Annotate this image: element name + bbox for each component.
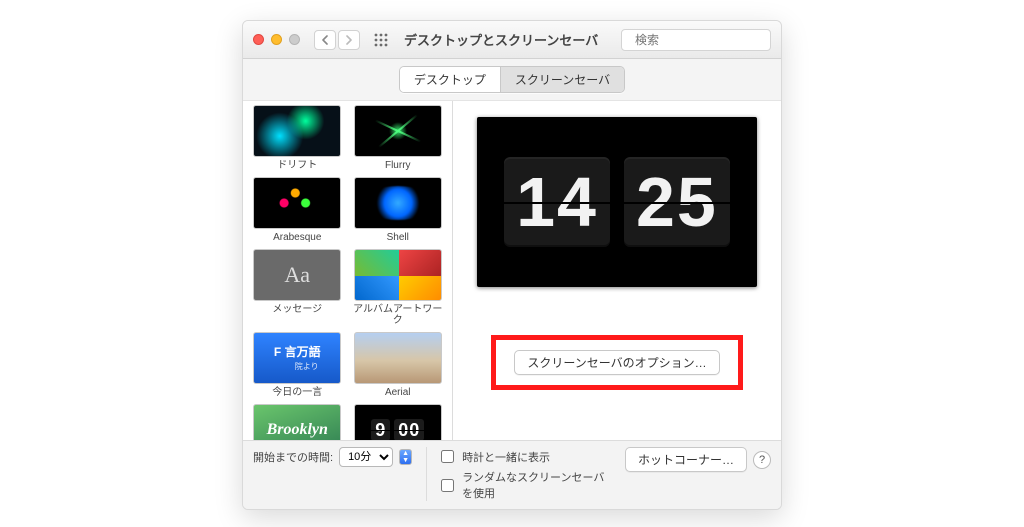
screensaver-item-aerial[interactable]: Aerial bbox=[352, 332, 445, 398]
back-button[interactable] bbox=[314, 30, 336, 50]
chevron-up-icon: ▲ bbox=[400, 450, 411, 457]
thumbnail-album bbox=[354, 249, 442, 301]
screensaver-item-quote[interactable]: F 言万語 院より 今日の一言 bbox=[251, 332, 344, 398]
start-after-control: 開始までの時間: 10分 ▲ ▼ bbox=[253, 447, 412, 467]
tab-row: デスクトップ スクリーンセーバ bbox=[243, 59, 781, 101]
start-after-stepper[interactable]: ▲ ▼ bbox=[399, 449, 412, 465]
thumbnail-brooklyn: Brooklyn bbox=[253, 404, 341, 440]
grid-icon bbox=[374, 33, 388, 47]
start-after-select[interactable]: 10分 bbox=[339, 447, 393, 467]
hot-corners-button[interactable]: ホットコーナー… bbox=[625, 447, 747, 472]
chevron-down-icon: ▼ bbox=[400, 457, 411, 464]
screensaver-item-fliqlo[interactable]: 9 00 Fliqlo bbox=[352, 404, 445, 440]
show-all-prefs-button[interactable] bbox=[370, 30, 392, 50]
thumbnail-aerial bbox=[354, 332, 442, 384]
window-controls bbox=[253, 34, 300, 45]
options-highlight: スクリーンセーバのオプション… bbox=[491, 335, 742, 390]
help-icon: ? bbox=[759, 454, 765, 466]
screensaver-item-message[interactable]: Aa メッセージ bbox=[251, 249, 344, 326]
preview-pane: 14 25 スクリーンセーバのオプション… bbox=[453, 101, 781, 440]
thumbnail-fliqlo: 9 00 bbox=[354, 404, 442, 440]
label: ドリフト bbox=[251, 160, 344, 171]
forward-button[interactable] bbox=[338, 30, 360, 50]
screensaver-item-brooklyn[interactable]: Brooklyn Brooklyn bbox=[251, 404, 344, 440]
screensaver-list[interactable]: ドリフト Flurry Arabesque Shell Aa メッセージ bbox=[243, 101, 453, 440]
body: ドリフト Flurry Arabesque Shell Aa メッセージ bbox=[243, 101, 781, 440]
screensaver-preview[interactable]: 14 25 bbox=[477, 117, 757, 287]
preferences-window: デスクトップとスクリーンセーバ デスクトップ スクリーンセーバ ドリフト Flu… bbox=[242, 20, 782, 510]
screensaver-options-button[interactable]: スクリーンセーバのオプション… bbox=[514, 350, 719, 375]
random-screensaver-checkbox[interactable]: ランダムなスクリーンセーバを使用 bbox=[437, 469, 611, 501]
preview-minutes: 25 bbox=[624, 157, 730, 247]
label: Arabesque bbox=[251, 232, 344, 243]
tab-desktop[interactable]: デスクトップ bbox=[400, 67, 500, 92]
chevron-right-icon bbox=[345, 35, 353, 45]
screensaver-item-arabesque[interactable]: Arabesque bbox=[251, 177, 344, 243]
thumbnail-drift bbox=[253, 105, 341, 157]
nav-buttons bbox=[314, 30, 360, 50]
label: Shell bbox=[352, 232, 445, 243]
minimize-window-button[interactable] bbox=[271, 34, 282, 45]
chevron-left-icon bbox=[321, 35, 329, 45]
window-title: デスクトップとスクリーンセーバ bbox=[404, 30, 598, 49]
tab-screensaver[interactable]: スクリーンセーバ bbox=[500, 67, 624, 92]
label: Aerial bbox=[352, 387, 445, 398]
start-after-label: 開始までの時間: bbox=[253, 449, 333, 465]
close-window-button[interactable] bbox=[253, 34, 264, 45]
label: アルバムアートワーク bbox=[352, 304, 445, 326]
label: Flurry bbox=[352, 160, 445, 171]
thumbnail-shell bbox=[354, 177, 442, 229]
label: 今日の一言 bbox=[251, 387, 344, 398]
screensaver-item-album[interactable]: アルバムアートワーク bbox=[352, 249, 445, 326]
help-button[interactable]: ? bbox=[753, 451, 771, 469]
thumbnail-message: Aa bbox=[253, 249, 341, 301]
label: メッセージ bbox=[251, 304, 344, 315]
search-field[interactable] bbox=[621, 29, 771, 51]
screensaver-item-flurry[interactable]: Flurry bbox=[352, 105, 445, 171]
screensaver-item-drift[interactable]: ドリフト bbox=[251, 105, 344, 171]
tab-segment: デスクトップ スクリーンセーバ bbox=[399, 66, 625, 93]
preview-hours: 14 bbox=[504, 157, 610, 247]
thumbnail-arabesque bbox=[253, 177, 341, 229]
footer: 開始までの時間: 10分 ▲ ▼ 時計と一緒に表示 ランダムなスクリーンセーバを… bbox=[243, 440, 781, 509]
screensaver-item-shell[interactable]: Shell bbox=[352, 177, 445, 243]
show-clock-checkbox[interactable]: 時計と一緒に表示 bbox=[437, 447, 611, 466]
titlebar: デスクトップとスクリーンセーバ bbox=[243, 21, 781, 59]
zoom-window-button[interactable] bbox=[289, 34, 300, 45]
thumbnail-quote: F 言万語 院より bbox=[253, 332, 341, 384]
search-input[interactable] bbox=[633, 32, 782, 48]
thumbnail-flurry bbox=[354, 105, 442, 157]
